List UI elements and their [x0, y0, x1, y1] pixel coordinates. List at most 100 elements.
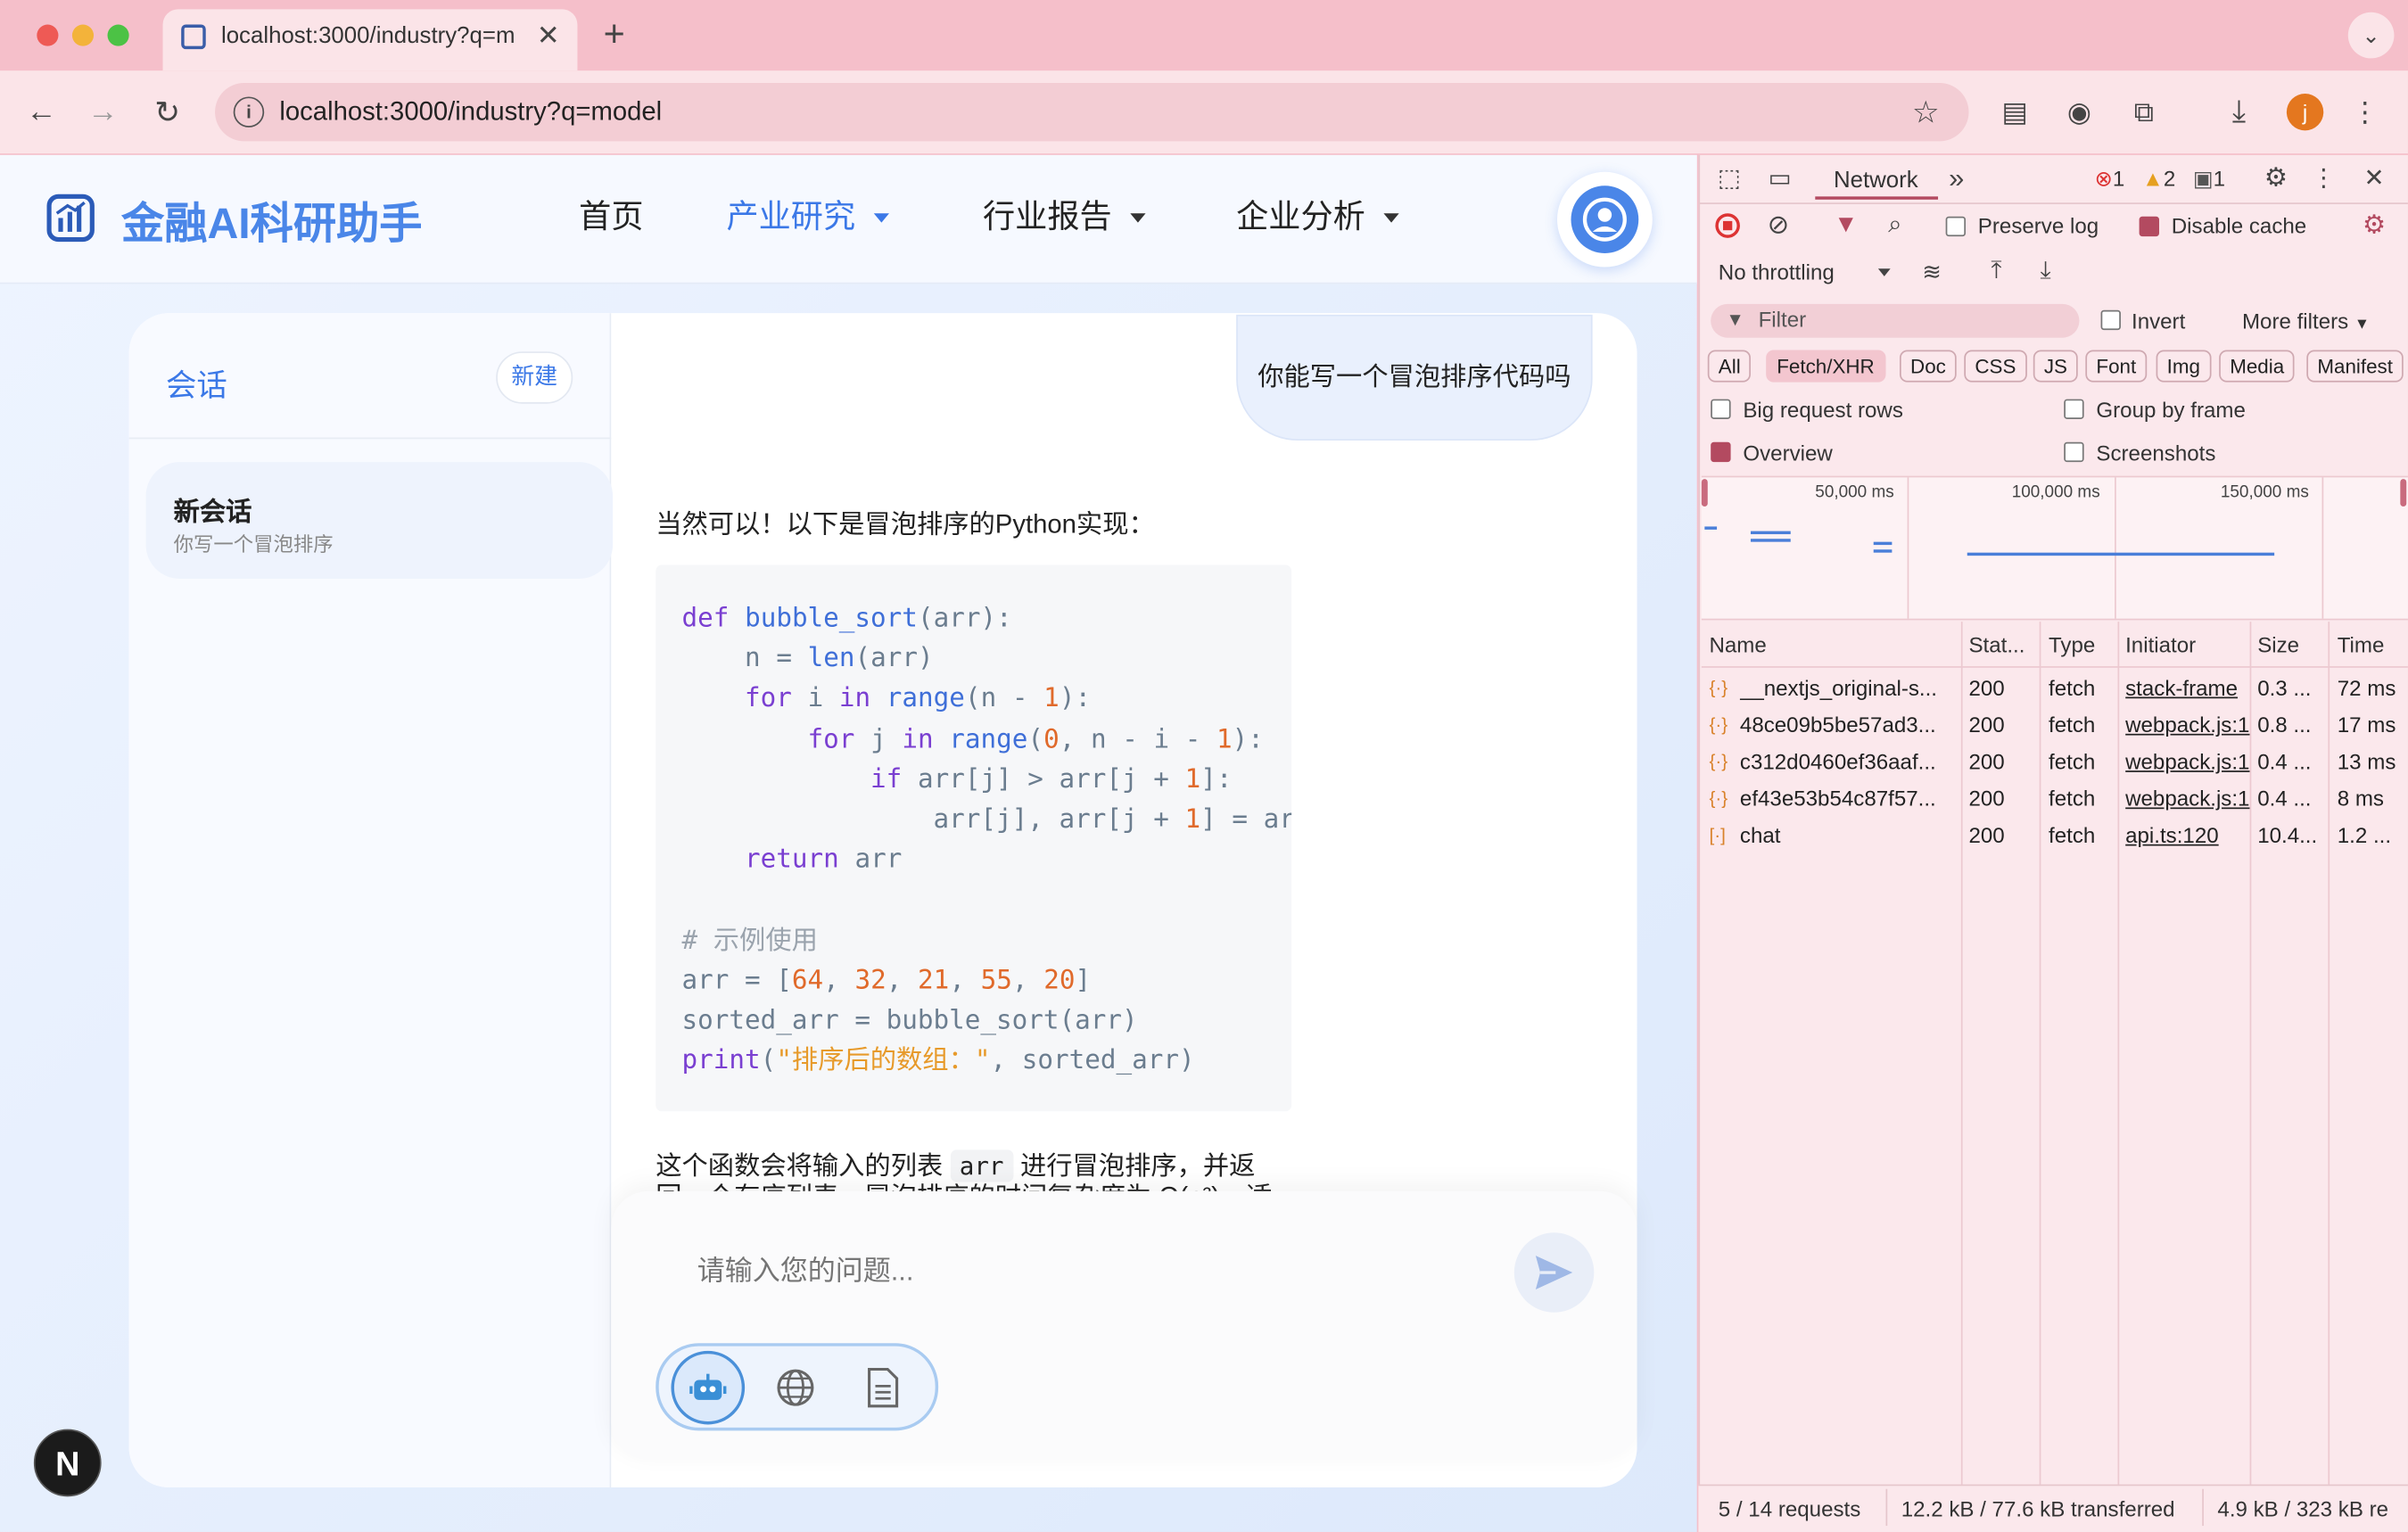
- cell-time: 72 ms: [2337, 675, 2396, 700]
- col-status[interactable]: Stat...: [1968, 632, 2025, 657]
- group-by-frame-checkbox[interactable]: [2064, 399, 2084, 419]
- warning-icon: ▲: [2142, 165, 2164, 191]
- more-tabs-icon[interactable]: »: [1941, 162, 1971, 193]
- reload-icon[interactable]: ↻: [147, 92, 187, 132]
- chrome-menu-icon[interactable]: ⋮: [2350, 92, 2380, 132]
- overview-handle-right[interactable]: [2400, 479, 2407, 507]
- extensions-icon[interactable]: ⧉: [2125, 92, 2162, 132]
- network-conditions-icon[interactable]: ≋: [1917, 256, 1947, 286]
- col-name[interactable]: Name: [1709, 632, 1766, 657]
- nav-company-analysis[interactable]: 企业分析: [1236, 196, 1399, 239]
- resources-size: 4.9 kB / 323 kB re: [2217, 1496, 2389, 1521]
- nextjs-dev-badge[interactable]: N: [33, 1429, 102, 1497]
- network-tab[interactable]: Network: [1834, 168, 1918, 194]
- message-count[interactable]: ▣1: [2193, 166, 2225, 192]
- cell-initiator[interactable]: api.ts:120: [2125, 817, 2251, 853]
- minimize-window-button[interactable]: [71, 24, 95, 46]
- chip-doc[interactable]: Doc: [1899, 350, 1957, 383]
- search-icon[interactable]: ⌕: [1880, 210, 1910, 241]
- cell-initiator[interactable]: webpack.js:1: [2125, 706, 2251, 743]
- close-devtools-icon[interactable]: ✕: [2359, 162, 2389, 193]
- col-type[interactable]: Type: [2049, 632, 2095, 657]
- table-row[interactable]: {·} c312d0460ef36aaf... 200 fetch webpac…: [1702, 743, 2408, 779]
- browser-tab[interactable]: localhost:3000/industry?q=m ✕: [162, 9, 578, 71]
- record-stop-icon[interactable]: [1715, 213, 1740, 238]
- overview-checkbox[interactable]: [1711, 441, 1731, 463]
- settings-gear-icon[interactable]: ⚙: [2261, 162, 2291, 193]
- filter-placeholder: Filter: [1758, 307, 1807, 332]
- table-row[interactable]: {·} 48ce09b5be57ad3... 200 fetch webpack…: [1702, 706, 2408, 743]
- cell-name: ef43e53b54c87f57...: [1739, 786, 1936, 811]
- warning-count[interactable]: ▲2: [2142, 166, 2175, 191]
- table-row[interactable]: {·} ef43e53b54c87f57... 200 fetch webpac…: [1702, 779, 2408, 816]
- cell-initiator[interactable]: webpack.js:1: [2125, 779, 2251, 816]
- overview-handle-left[interactable]: [1701, 479, 1708, 507]
- inspect-element-icon[interactable]: ⬚: [1714, 162, 1744, 193]
- camera-icon[interactable]: ◉: [2061, 92, 2098, 132]
- cell-initiator[interactable]: webpack.js:1: [2125, 743, 2251, 779]
- chip-css[interactable]: CSS: [1964, 350, 2027, 383]
- tab-search-icon[interactable]: ⌄: [2347, 12, 2395, 59]
- session-item[interactable]: 新会话 你写一个冒泡排序: [145, 462, 614, 579]
- chip-font[interactable]: Font: [2085, 350, 2148, 383]
- download-icon[interactable]: ⤓: [2221, 92, 2257, 132]
- document-button[interactable]: [866, 1366, 900, 1409]
- user-menu-button[interactable]: [1557, 171, 1653, 268]
- url-text: localhost:3000/industry?q=model: [279, 96, 663, 127]
- footer-divider: [2202, 1488, 2204, 1527]
- clear-icon[interactable]: ⊘: [1763, 210, 1794, 241]
- chip-manifest[interactable]: Manifest: [2306, 350, 2404, 383]
- more-filters-button[interactable]: More filters ▼: [2242, 309, 2370, 334]
- send-button[interactable]: [1513, 1232, 1595, 1313]
- device-toolbar-icon[interactable]: ▭: [1763, 162, 1797, 193]
- throttling-select[interactable]: No throttling: [1719, 259, 1835, 284]
- chip-js[interactable]: JS: [2033, 350, 2079, 383]
- big-request-rows-label: Big request rows: [1743, 397, 1903, 423]
- devtools-menu-icon[interactable]: ⋮: [2311, 162, 2336, 193]
- chip-media[interactable]: Media: [2219, 350, 2296, 383]
- forward-icon[interactable]: →: [83, 92, 123, 132]
- big-request-rows-checkbox[interactable]: [1711, 399, 1731, 419]
- address-bar[interactable]: i localhost:3000/industry?q=model ☆: [215, 82, 1969, 142]
- profile-avatar[interactable]: j: [2286, 94, 2324, 131]
- back-icon[interactable]: ←: [21, 92, 62, 132]
- maximize-window-button[interactable]: [107, 24, 129, 46]
- close-window-button[interactable]: [37, 24, 59, 46]
- table-row[interactable]: [·] chat 200 fetch api.ts:120 10.4... 1.…: [1702, 817, 2408, 853]
- new-session-button[interactable]: 新建: [496, 351, 573, 404]
- timeline-bar: [1750, 531, 1791, 535]
- export-har-icon[interactable]: ⤓: [2030, 256, 2060, 286]
- chip-img[interactable]: Img: [2156, 350, 2211, 383]
- web-search-button[interactable]: [776, 1368, 816, 1408]
- chip-all[interactable]: All: [1707, 350, 1752, 383]
- globe-icon: [777, 1369, 814, 1406]
- nav-industry-report[interactable]: 行业报告: [983, 196, 1146, 239]
- site-info-icon[interactable]: i: [233, 96, 265, 128]
- nav-industry-research[interactable]: 产业研究: [726, 196, 889, 239]
- col-initiator[interactable]: Initiator: [2125, 632, 2196, 657]
- disable-cache-checkbox[interactable]: [2139, 216, 2159, 237]
- ai-model-button[interactable]: [671, 1350, 746, 1425]
- network-settings-icon[interactable]: ⚙: [2359, 210, 2389, 241]
- col-size[interactable]: Size: [2257, 632, 2299, 657]
- filter-input[interactable]: ▼ Filter: [1711, 303, 2080, 338]
- inline-code: arr: [950, 1149, 1013, 1182]
- filter-funnel-icon[interactable]: ▼: [1831, 210, 1861, 241]
- timeline-gridline: [1907, 477, 1909, 619]
- col-time[interactable]: Time: [2338, 632, 2385, 657]
- bookmark-star-icon[interactable]: ☆: [1908, 94, 1944, 130]
- preserve-log-checkbox[interactable]: [1945, 216, 1967, 237]
- table-row[interactable]: {·} __nextjs_original-s... 200 fetch sta…: [1702, 670, 2408, 706]
- nav-home[interactable]: 首页: [579, 196, 643, 239]
- new-tab-icon[interactable]: +: [596, 13, 632, 54]
- import-har-icon[interactable]: ⤒: [1981, 256, 2011, 286]
- error-count[interactable]: ⊗1: [2095, 166, 2125, 192]
- favicon-icon: [181, 24, 206, 50]
- close-tab-icon[interactable]: ✕: [532, 19, 565, 53]
- cell-initiator[interactable]: stack-frame: [2125, 670, 2251, 706]
- chip-fetch-xhr[interactable]: Fetch/XHR: [1766, 350, 1885, 383]
- question-input[interactable]: [675, 1240, 1490, 1302]
- invert-checkbox[interactable]: [2100, 309, 2121, 331]
- screenshots-checkbox[interactable]: [2064, 441, 2084, 463]
- reading-mode-icon[interactable]: ▤: [1996, 92, 2033, 132]
